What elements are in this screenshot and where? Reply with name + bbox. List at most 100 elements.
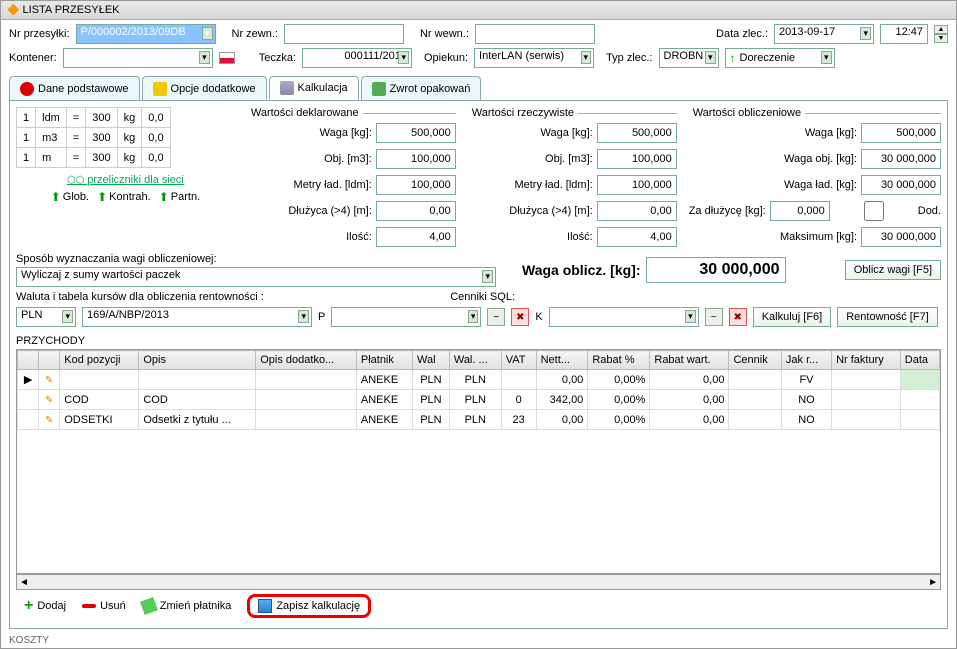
grid-header[interactable]: Wal. ...: [449, 351, 501, 370]
kontener-input[interactable]: [63, 48, 213, 68]
waga-oblicz-label: Waga oblicz. [kg]:: [522, 262, 640, 278]
oblicz-max-input[interactable]: [861, 227, 941, 247]
waluta-select[interactable]: PLN: [16, 307, 76, 327]
doreczenie-input[interactable]: ↑Doreczenie: [725, 48, 835, 68]
rzecz-dluz-input[interactable]: [597, 201, 677, 221]
grid-header[interactable]: Nr faktury: [832, 351, 901, 370]
kalkuluj-button[interactable]: Kalkuluj [F6]: [753, 307, 832, 327]
dekl-obj-input[interactable]: [376, 149, 456, 169]
rzecz-metry-input[interactable]: [597, 175, 677, 195]
horizontal-scrollbar[interactable]: ◄►: [16, 574, 941, 590]
data-zlec-input[interactable]: 2013-09-17: [774, 24, 874, 44]
rzecz-ilosc-input[interactable]: [597, 227, 677, 247]
conv-cell[interactable]: =: [66, 108, 85, 128]
rzecz-obj-input[interactable]: [597, 149, 677, 169]
partn-button[interactable]: ⬆Partn.: [159, 190, 200, 204]
k-minus-button[interactable]: −: [705, 308, 723, 326]
table-row[interactable]: ✎ODSETKIOdsetki z tytułu ...ANEKEPLNPLN2…: [18, 410, 940, 430]
tab-kalkulacja[interactable]: Kalkulacja: [269, 76, 359, 100]
glob-button[interactable]: ⬆Glob.: [51, 190, 89, 204]
conv-cell[interactable]: 300: [86, 108, 117, 128]
grid-header[interactable]: VAT: [501, 351, 536, 370]
conv-cell[interactable]: kg: [117, 148, 142, 168]
oblicz-wagalad-input[interactable]: [861, 175, 941, 195]
tabela-select[interactable]: 169/A/NBP/2013: [82, 307, 312, 327]
grid-header[interactable]: Rabat %: [588, 351, 650, 370]
grid-header[interactable]: Opis dodatko...: [256, 351, 357, 370]
nr-przesylki-input[interactable]: P/000002/2013/09DB: [76, 24, 216, 44]
conv-cell[interactable]: m3: [36, 128, 67, 148]
dod-checkbox[interactable]: [834, 201, 914, 221]
conv-cell[interactable]: ldm: [36, 108, 67, 128]
zapisz-kalkulacje-button[interactable]: Zapisz kalkulację: [247, 594, 371, 618]
nr-wewn-input[interactable]: [475, 24, 595, 44]
edit-row-icon[interactable]: ✎: [45, 395, 53, 406]
nr-zewn-input[interactable]: [284, 24, 404, 44]
grid-header[interactable]: Data: [900, 351, 939, 370]
conv-cell[interactable]: 1: [17, 128, 36, 148]
teczka-input[interactable]: 000111/2013: [302, 48, 412, 68]
grid-header[interactable]: Rabat wart.: [650, 351, 729, 370]
conv-cell[interactable]: 0,0: [142, 108, 170, 128]
conv-cell[interactable]: 300: [86, 148, 117, 168]
cennik-p-select[interactable]: [331, 307, 481, 327]
grid-header[interactable]: Nett...: [536, 351, 588, 370]
opiekun-input[interactable]: InterLAN (serwis): [474, 48, 594, 68]
dodaj-button[interactable]: +Dodaj: [24, 597, 66, 615]
przychody-grid[interactable]: Kod pozycjiOpisOpis dodatko...PłatnikWal…: [17, 350, 940, 430]
dekl-dluz-input[interactable]: [376, 201, 456, 221]
time-spinner[interactable]: ▲▼: [934, 25, 948, 43]
table-row[interactable]: ✎CODCODANEKEPLNPLN0342,000,00%0,00NO: [18, 390, 940, 410]
conv-cell[interactable]: m: [36, 148, 67, 168]
dekl-metry-input[interactable]: [376, 175, 456, 195]
grid-header[interactable]: Kod pozycji: [60, 351, 139, 370]
conv-cell[interactable]: kg: [117, 128, 142, 148]
conv-cell[interactable]: 1: [17, 108, 36, 128]
conv-cell[interactable]: 1: [17, 148, 36, 168]
zmien-platnika-button[interactable]: Zmień płatnika: [142, 599, 232, 613]
conv-cell[interactable]: kg: [117, 108, 142, 128]
grid-header[interactable]: Opis: [139, 351, 256, 370]
p-minus-button[interactable]: −: [487, 308, 505, 326]
waga-oblicz-input[interactable]: [646, 257, 786, 283]
conv-cell[interactable]: =: [66, 128, 85, 148]
tab-dane-podstawowe[interactable]: Dane podstawowe: [9, 76, 140, 100]
grid-header[interactable]: Płatnik: [356, 351, 412, 370]
typ-zlec-input[interactable]: DROBN: [659, 48, 719, 68]
sposob-select[interactable]: Wyliczaj z sumy wartości paczek: [16, 267, 496, 287]
time-input[interactable]: 12:47: [880, 24, 928, 44]
grid-header[interactable]: Wal: [412, 351, 449, 370]
table-row[interactable]: ▶✎ANEKEPLNPLN0,000,00%0,00FV: [18, 370, 940, 390]
oblicz-wagi-button[interactable]: Oblicz wagi [F5]: [845, 260, 941, 280]
conversion-table: 1ldm=300kg0,01m3=300kg0,01m=300kg0,0: [16, 107, 171, 168]
oblicz-zadluz-input[interactable]: [770, 201, 830, 221]
rzecz-waga-input[interactable]: [597, 123, 677, 143]
rentownosc-button[interactable]: Rentowność [F7]: [837, 307, 938, 327]
tab-opcje-dodatkowe[interactable]: Opcje dodatkowe: [142, 76, 267, 100]
dekl-ilosc-input[interactable]: [376, 227, 456, 247]
dekl-title: Wartości deklarowane: [247, 107, 363, 119]
teczka-label: Teczka:: [259, 52, 296, 64]
kontener-label: Kontener:: [9, 52, 57, 64]
conv-cell[interactable]: =: [66, 148, 85, 168]
grid-header[interactable]: Jak r...: [781, 351, 831, 370]
oblicz-waga-input[interactable]: [861, 123, 941, 143]
cennik-k-select[interactable]: [549, 307, 699, 327]
grid-header[interactable]: [39, 351, 60, 370]
plus-icon: +: [24, 597, 33, 615]
grid-header[interactable]: Cennik: [729, 351, 781, 370]
conv-cell[interactable]: 0,0: [142, 128, 170, 148]
edit-row-icon[interactable]: ✎: [45, 375, 53, 386]
grid-header[interactable]: [18, 351, 39, 370]
usun-button[interactable]: Usuń: [82, 600, 126, 612]
k-clear-button[interactable]: ✖: [729, 308, 747, 326]
conv-cell[interactable]: 0,0: [142, 148, 170, 168]
tab-zwrot-opakowan[interactable]: Zwrot opakowań: [361, 76, 482, 100]
edit-row-icon[interactable]: ✎: [45, 415, 53, 426]
kontrah-button[interactable]: ⬆Kontrah.: [97, 190, 151, 204]
przeliczniki-link[interactable]: ⬡⬡ przeliczniki dla sieci: [67, 175, 184, 186]
p-clear-button[interactable]: ✖: [511, 308, 529, 326]
conv-cell[interactable]: 300: [86, 128, 117, 148]
dekl-waga-input[interactable]: [376, 123, 456, 143]
oblicz-wagaobj-input[interactable]: [861, 149, 941, 169]
